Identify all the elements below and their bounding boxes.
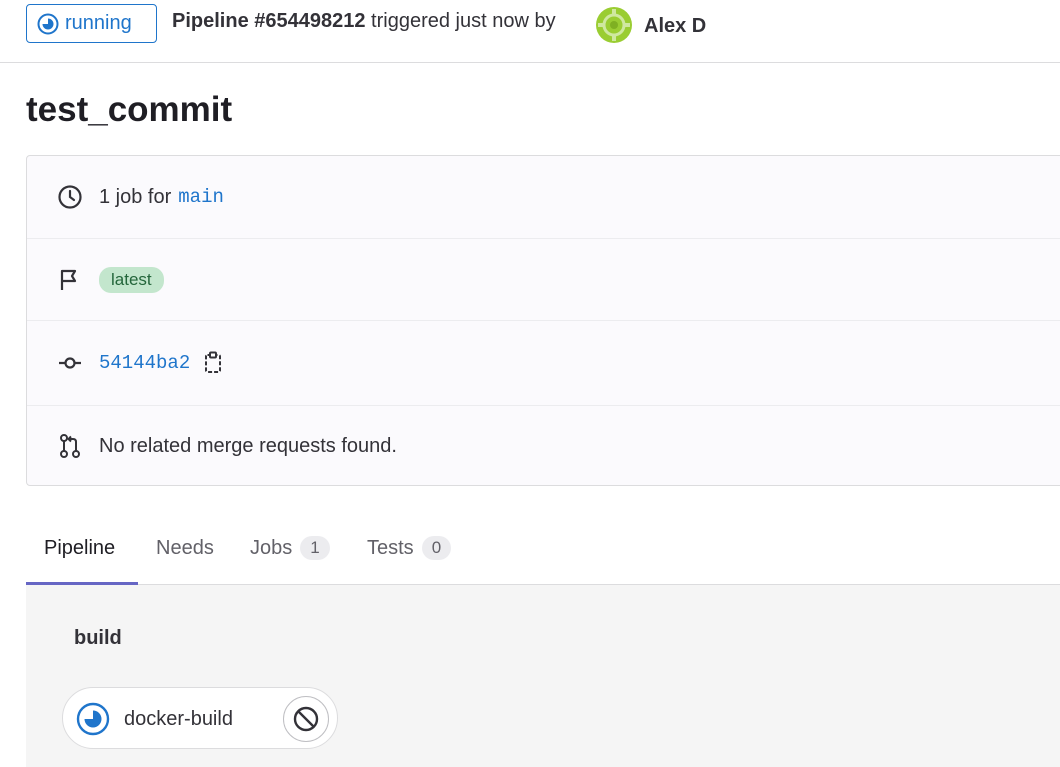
commit-icon — [57, 350, 83, 376]
running-status-icon — [37, 13, 59, 34]
pipeline-graph: build docker-build — [26, 585, 1060, 767]
flag-icon — [57, 267, 83, 293]
tab-needs-label: Needs — [156, 536, 214, 559]
merge-requests-row: No related merge requests found. — [27, 405, 1060, 486]
tab-jobs-label: Jobs — [250, 536, 293, 559]
commit-row: 54144ba2 — [27, 320, 1060, 405]
branch-link[interactable]: main — [178, 186, 224, 208]
pipeline-id: Pipeline #654498212 — [172, 10, 366, 32]
tests-count-badge: 0 — [421, 536, 452, 560]
jobs-count-badge: 1 — [300, 536, 330, 560]
status-badge[interactable]: running — [26, 4, 157, 43]
tab-needs[interactable]: Needs — [156, 512, 214, 584]
copy-icon[interactable] — [202, 350, 226, 376]
user-avatar-icon[interactable] — [596, 7, 632, 43]
jobs-count-text: 1 job for — [99, 185, 172, 208]
jobs-row: 1 job for main — [27, 156, 1060, 238]
commit-sha-link[interactable]: 54144ba2 — [99, 352, 190, 374]
user-name-link[interactable]: Alex D — [644, 15, 706, 38]
tab-tests-label: Tests — [367, 536, 414, 559]
running-status-icon — [76, 702, 110, 736]
pipeline-page: running Pipeline #654498212 triggered ju… — [0, 0, 1060, 767]
job-name: docker-build — [124, 708, 233, 730]
pipeline-header: running Pipeline #654498212 triggered ju… — [0, 0, 1060, 63]
clock-icon — [57, 184, 83, 210]
status-label: running — [65, 12, 132, 34]
tag-row: latest — [27, 238, 1060, 320]
cancel-icon[interactable] — [283, 696, 329, 742]
tab-pipeline[interactable]: Pipeline — [26, 512, 138, 585]
pipeline-tabs: Pipeline Needs Jobs 1 Tests 0 — [26, 512, 1060, 585]
commit-title: test_commit — [26, 90, 233, 129]
tab-pipeline-label: Pipeline — [44, 536, 116, 559]
tab-tests[interactable]: Tests 0 — [367, 512, 452, 584]
pipeline-title: Pipeline #654498212 triggered just now b… — [172, 10, 556, 33]
trigger-text: triggered just now by — [371, 10, 556, 32]
merge-request-icon — [57, 433, 83, 459]
stage-title: build — [74, 627, 122, 649]
job-docker-build[interactable]: docker-build — [62, 687, 338, 749]
merge-requests-text: No related merge requests found. — [99, 434, 397, 457]
latest-badge: latest — [99, 266, 164, 293]
tab-jobs[interactable]: Jobs 1 — [250, 512, 330, 584]
pipeline-info-panel: 1 job for main latest 54144ba2 No relate… — [26, 155, 1060, 486]
